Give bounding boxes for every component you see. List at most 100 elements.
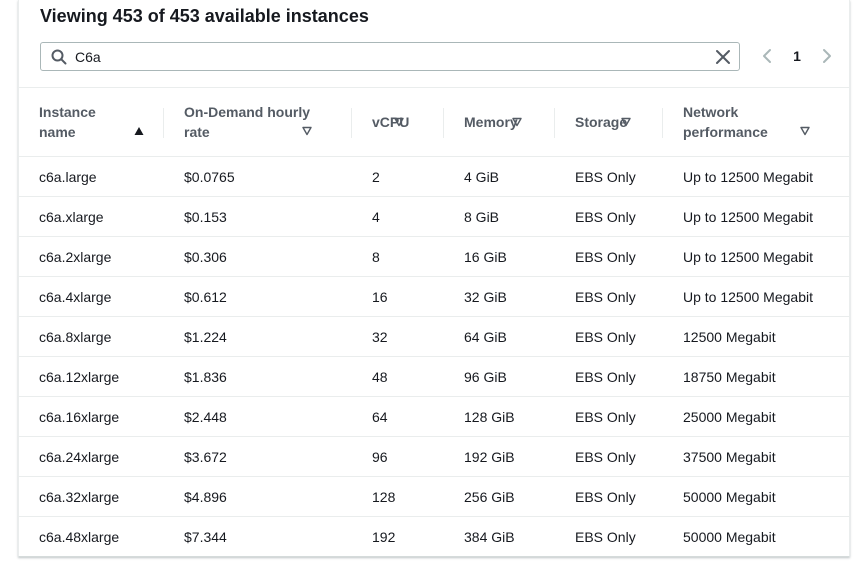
caret-down-outline-icon[interactable] — [394, 117, 404, 127]
cell-vcpu: 128 — [352, 476, 444, 517]
cell-network-performance: Up to 12500 Megabit — [663, 236, 850, 277]
cell-instance-name: c6a.16xlarge — [19, 396, 164, 437]
cell-instance-name: c6a.8xlarge — [19, 316, 164, 357]
current-page-number[interactable]: 1 — [777, 48, 817, 64]
cell-vcpu: 48 — [352, 356, 444, 397]
cell-instance-name: c6a.4xlarge — [19, 276, 164, 317]
caret-up-filled-icon[interactable] — [134, 126, 144, 136]
column-header-label: On-Demand hourly rate — [184, 104, 311, 140]
cell-on-demand-rate: $1.224 — [164, 316, 352, 357]
cell-vcpu: 4 — [352, 196, 444, 237]
cell-instance-name: c6a.24xlarge — [19, 436, 164, 477]
previous-page-button[interactable] — [757, 44, 777, 68]
chevron-right-icon — [823, 49, 831, 63]
column-header-label: Instance name — [39, 104, 96, 140]
cell-vcpu: 2 — [352, 156, 444, 197]
cell-network-performance: 25000 Megabit — [663, 396, 850, 437]
cell-memory: 192 GiB — [444, 436, 555, 477]
cell-network-performance: 18750 Megabit — [663, 356, 850, 397]
table-row[interactable]: c6a.8xlarge $1.224 32 64 GiB EBS Only 12500 M… — [19, 316, 850, 357]
cell-network-performance: 50000 Megabit — [683, 528, 776, 545]
cell-storage: EBS Only — [555, 356, 663, 397]
cell-on-demand-rate: $1.836 — [164, 356, 352, 397]
cell-storage: EBS Only — [555, 236, 663, 277]
chevron-left-icon — [763, 49, 771, 63]
instances-table: Instance name On-Demand hourly rate vCPU Me… — [19, 87, 850, 557]
cell-on-demand-rate: $0.153 — [164, 196, 352, 237]
column-header-label: Network performance — [683, 104, 768, 140]
cell-memory: 384 GiB — [464, 528, 515, 545]
caret-down-outline-icon[interactable] — [512, 117, 522, 127]
cell-storage: EBS Only — [555, 436, 663, 477]
search-field[interactable] — [40, 42, 740, 71]
cell-vcpu: 16 — [352, 276, 444, 317]
table-row[interactable]: c6a.xlarge $0.153 4 8 GiB EBS Only Up to 1250… — [19, 196, 850, 237]
instance-table-panel: Viewing 453 of 453 available instances 1 — [18, 0, 850, 557]
cell-network-performance: 12500 Megabit — [663, 316, 850, 357]
cell-memory: 4 GiB — [444, 156, 555, 197]
table-row[interactable]: c6a.24xlarge $3.672 96 192 GiB EBS Only 37500… — [19, 436, 850, 477]
cell-vcpu: 192 — [372, 528, 396, 545]
table-heading: Viewing 453 of 453 available instances — [40, 6, 369, 26]
cell-network-performance: Up to 12500 Megabit — [663, 156, 850, 197]
cell-instance-name: c6a.32xlarge — [19, 476, 164, 517]
table-header-row: Instance name On-Demand hourly rate vCPU Me… — [19, 87, 850, 157]
table-row[interactable]: c6a.large $0.0765 2 4 GiB EBS Only Up to 1250… — [19, 156, 850, 197]
cell-storage: EBS Only — [555, 476, 663, 517]
table-body: c6a.large $0.0765 2 4 GiB EBS Only Up to 1250… — [19, 156, 850, 557]
cell-on-demand-rate: $4.896 — [164, 476, 352, 517]
cell-storage: EBS Only — [575, 528, 636, 545]
cell-network-performance: Up to 12500 Megabit — [663, 196, 850, 237]
cell-storage: EBS Only — [555, 196, 663, 237]
cell-on-demand-rate: $7.344 — [184, 528, 227, 545]
cell-network-performance: Up to 12500 Megabit — [663, 276, 850, 317]
search-input[interactable] — [75, 46, 695, 67]
cell-vcpu: 96 — [352, 436, 444, 477]
cell-memory: 64 GiB — [444, 316, 555, 357]
table-row[interactable]: c6a.4xlarge $0.612 16 32 GiB EBS Only Up to 1… — [19, 276, 850, 317]
search-icon — [51, 49, 67, 65]
cell-memory: 128 GiB — [444, 396, 555, 437]
cell-on-demand-rate: $2.448 — [164, 396, 352, 437]
cell-instance-name: c6a.12xlarge — [19, 356, 164, 397]
cell-memory: 8 GiB — [444, 196, 555, 237]
cell-storage: EBS Only — [555, 396, 663, 437]
table-row[interactable]: c6a.2xlarge $0.306 8 16 GiB EBS Only Up to 12… — [19, 236, 850, 277]
cell-memory: 16 GiB — [444, 236, 555, 277]
cell-memory: 32 GiB — [444, 276, 555, 317]
cell-vcpu: 8 — [352, 236, 444, 277]
cell-vcpu: 64 — [352, 396, 444, 437]
pagination: 1 — [757, 44, 837, 68]
cell-vcpu: 32 — [352, 316, 444, 357]
cell-network-performance: 50000 Megabit — [663, 476, 850, 517]
cell-instance-name: c6a.2xlarge — [19, 236, 164, 277]
column-header-memory[interactable]: Memory — [444, 87, 555, 157]
cell-storage: EBS Only — [555, 156, 663, 197]
cell-memory: 96 GiB — [444, 356, 555, 397]
caret-down-outline-icon[interactable] — [800, 126, 810, 136]
column-header-on-demand-rate[interactable]: On-Demand hourly rate — [164, 87, 352, 157]
column-header-network-performance[interactable]: Network performance — [663, 87, 850, 157]
cell-on-demand-rate: $0.0765 — [164, 156, 352, 197]
table-row[interactable]: c6a.48xlarge $7.344 192 384 GiB EBS Only 5000… — [19, 517, 850, 557]
caret-down-outline-icon[interactable] — [621, 117, 631, 127]
close-icon[interactable] — [715, 49, 731, 65]
table-row[interactable]: c6a.12xlarge $1.836 48 96 GiB EBS Only 18750 … — [19, 356, 850, 397]
cell-instance-name: c6a.48xlarge — [39, 528, 120, 545]
cell-storage: EBS Only — [555, 276, 663, 317]
next-page-button[interactable] — [817, 44, 837, 68]
caret-down-outline-icon[interactable] — [302, 126, 312, 136]
cell-on-demand-rate: $0.612 — [164, 276, 352, 317]
cell-network-performance: 37500 Megabit — [663, 436, 850, 477]
cell-on-demand-rate: $0.306 — [164, 236, 352, 277]
cell-on-demand-rate: $3.672 — [164, 436, 352, 477]
cell-storage: EBS Only — [555, 316, 663, 357]
column-header-storage[interactable]: Storage — [555, 87, 663, 157]
column-header-vcpu[interactable]: vCPU — [352, 87, 444, 157]
table-row[interactable]: c6a.16xlarge $2.448 64 128 GiB EBS Only 25000… — [19, 396, 850, 437]
cell-memory: 256 GiB — [444, 476, 555, 517]
cell-instance-name: c6a.large — [19, 156, 164, 197]
cell-instance-name: c6a.xlarge — [19, 196, 164, 237]
column-header-instance-name[interactable]: Instance name — [19, 87, 164, 157]
table-row[interactable]: c6a.32xlarge $4.896 128 256 GiB EBS Only 5000… — [19, 476, 850, 517]
